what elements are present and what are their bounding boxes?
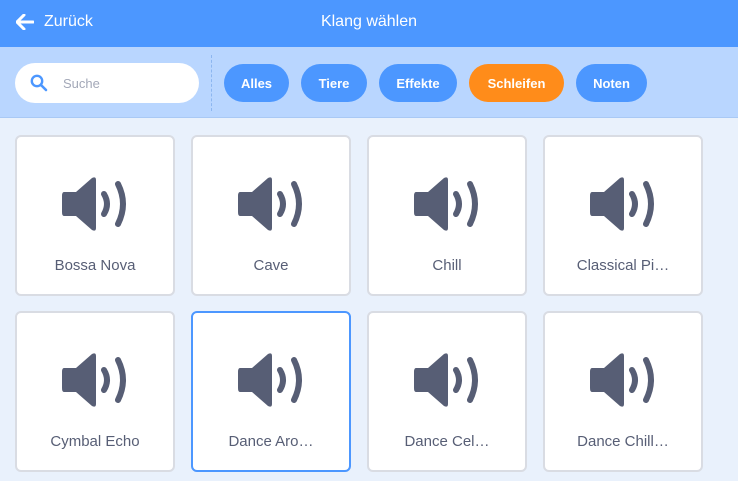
- sound-name: Cymbal Echo: [50, 433, 140, 450]
- sound-card[interactable]: Classical Pi…: [543, 135, 703, 296]
- speaker-icon: [588, 352, 660, 408]
- tag-effekte[interactable]: Effekte: [379, 64, 457, 102]
- tag-tiere[interactable]: Tiere: [301, 64, 367, 102]
- search-icon: [30, 74, 48, 92]
- sound-name: Chill: [432, 257, 462, 274]
- filter-divider: [211, 55, 212, 111]
- speaker-icon: [236, 352, 308, 408]
- sound-name: Dance Chill…: [577, 433, 669, 450]
- back-label: Zurück: [44, 12, 93, 30]
- sound-card[interactable]: Dance Cel…: [367, 311, 527, 472]
- sound-card[interactable]: Bossa Nova: [15, 135, 175, 296]
- back-button[interactable]: Zurück: [16, 0, 93, 43]
- speaker-icon: [60, 352, 132, 408]
- sound-name: Classical Pi…: [576, 257, 670, 274]
- arrow-left-icon: [16, 13, 34, 30]
- sound-card-selected[interactable]: Dance Aro…: [191, 311, 351, 472]
- sound-name: Bossa Nova: [54, 257, 136, 274]
- modal-header: Zurück Klang wählen: [0, 0, 738, 47]
- speaker-icon: [412, 352, 484, 408]
- search-input[interactable]: [63, 75, 183, 91]
- sound-name: Dance Aro…: [228, 433, 314, 450]
- tag-label: Tiere: [318, 75, 350, 91]
- sound-card[interactable]: Cymbal Echo: [15, 311, 175, 472]
- tag-noten[interactable]: Noten: [576, 64, 647, 102]
- sound-card[interactable]: Cave: [191, 135, 351, 296]
- tag-label: Schleifen: [487, 75, 546, 91]
- tag-label: Noten: [593, 75, 630, 91]
- sound-name: Cave: [253, 257, 289, 274]
- speaker-icon: [412, 176, 484, 232]
- tag-schleifen[interactable]: Schleifen: [469, 64, 564, 102]
- tag-alles[interactable]: Alles: [224, 64, 289, 102]
- speaker-icon: [60, 176, 132, 232]
- speaker-icon: [236, 176, 308, 232]
- modal-title: Klang wählen: [320, 13, 418, 30]
- speaker-icon: [588, 176, 660, 232]
- search-box[interactable]: [15, 63, 199, 103]
- sound-card[interactable]: Chill: [367, 135, 527, 296]
- sound-name: Dance Cel…: [404, 433, 490, 450]
- tag-label: Alles: [240, 75, 273, 91]
- sound-card[interactable]: Dance Chill…: [543, 311, 703, 472]
- tag-label: Effekte: [396, 75, 440, 91]
- filter-bar: Alles Tiere Effekte Schleifen Noten: [0, 47, 738, 118]
